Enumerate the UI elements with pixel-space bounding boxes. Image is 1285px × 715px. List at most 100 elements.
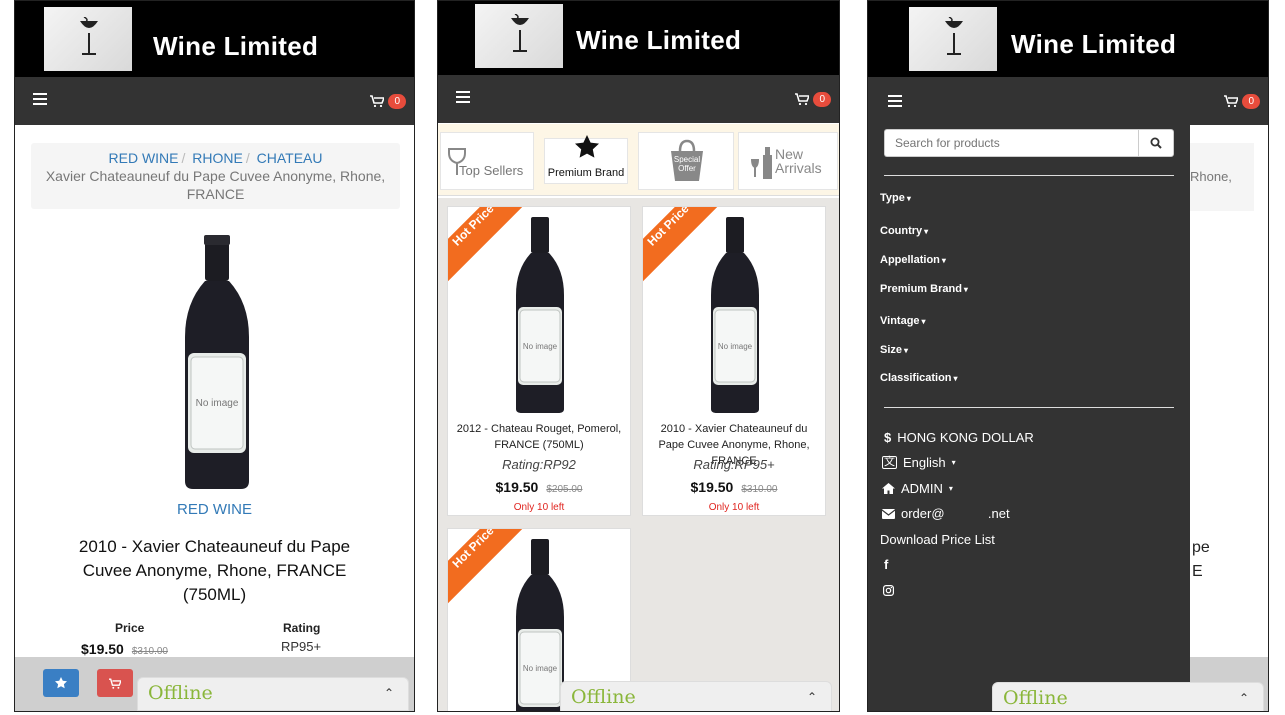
cart-count-badge: 0 — [813, 91, 831, 107]
product-image[interactable]: No image — [514, 215, 566, 420]
title-peek: pe — [1192, 539, 1210, 556]
chat-status: Offline — [1003, 687, 1068, 709]
star-icon — [55, 677, 67, 689]
breadcrumb-rhone[interactable]: RHONE — [192, 150, 243, 166]
menu-icon[interactable] — [33, 93, 47, 105]
cart-icon — [795, 93, 810, 105]
price-label: Price — [115, 621, 145, 635]
account-menu[interactable]: ADMIN ▾ — [882, 481, 953, 496]
filter-country[interactable]: Country ▾ — [880, 225, 928, 237]
side-menu: Type▾ Country▾ Appellation▾ Premium Bran… — [868, 77, 1190, 711]
envelope-icon — [882, 508, 895, 519]
filter-type[interactable]: Type ▾ — [880, 192, 911, 204]
brand-header: Wine Limited — [438, 1, 839, 77]
product-rating: Rating:RP92 — [502, 457, 576, 472]
filter-classification[interactable]: Classification ▾ — [880, 372, 958, 384]
old-price: $205.00 — [546, 484, 583, 495]
stock-notice: Only 10 left — [513, 502, 565, 513]
filter-vintage[interactable]: Vintage ▾ — [880, 315, 926, 327]
facebook-icon[interactable]: f — [884, 557, 888, 572]
filter-premium-brand[interactable]: Premium Brand ▾ — [880, 283, 968, 295]
wishlist-button[interactable] — [43, 669, 79, 697]
logo[interactable] — [44, 7, 132, 71]
search-bar — [884, 129, 1174, 157]
filter-appellation[interactable]: Appellation ▾ — [880, 254, 946, 266]
chat-widget[interactable]: Offline ⌃ — [137, 677, 409, 711]
chevron-up-icon[interactable]: ⌃ — [384, 686, 394, 700]
svg-text:No image: No image — [718, 342, 753, 351]
caret-down-icon: ▾ — [963, 285, 968, 294]
cart-icon — [370, 95, 385, 107]
logo[interactable] — [909, 7, 997, 71]
product-list-screen: Wine Limited 0 Top Sellers Premium Brand… — [437, 0, 840, 712]
chat-widget[interactable]: Offline ⌃ — [992, 682, 1264, 711]
product-image[interactable]: No image — [514, 537, 566, 711]
breadcrumb: RED WINE / RHONE / CHATEAU Xavier Chateaun… — [31, 143, 400, 209]
cart-icon — [109, 678, 121, 689]
breadcrumb-red-wine[interactable]: RED WINE — [109, 150, 179, 166]
rating-label: Rating — [283, 621, 321, 635]
product-card[interactable]: No image Hot Price 2010 - Xavier Chateau… — [642, 206, 826, 516]
search-input[interactable] — [884, 129, 1138, 157]
tab-premium-brand[interactable]: Premium Brand — [544, 135, 628, 184]
caret-down-icon: ▾ — [921, 317, 926, 326]
chevron-up-icon[interactable]: ⌃ — [1239, 691, 1249, 705]
cart-button[interactable]: 0 — [795, 90, 831, 108]
category-tabs: Top Sellers Premium Brand Special Offer … — [438, 124, 839, 196]
navbar: 0 — [15, 77, 414, 125]
product-title[interactable]: 2012 - Chateau Rouget, Pomerol, FRANCE (… — [454, 421, 624, 453]
product-price: $19.50 $310.00 — [690, 479, 778, 495]
cart-button[interactable]: 0 — [370, 92, 406, 110]
product-price: $19.50 $310.00 — [81, 641, 168, 657]
brand-name: Wine Limited — [153, 31, 319, 61]
divider — [884, 175, 1174, 176]
download-price-list-link[interactable]: Download Price List — [880, 532, 995, 547]
cart-icon — [1224, 95, 1239, 107]
filter-size[interactable]: Size ▾ — [880, 344, 908, 356]
menu-icon[interactable] — [456, 91, 470, 103]
product-grid: No image Hot Price 2012 - Chateau Rouget… — [438, 198, 839, 711]
page-behind-menu: 0 Rhone, pe E — [1188, 77, 1268, 711]
menu-icon[interactable] — [888, 95, 902, 107]
breadcrumb-peek: Rhone, — [1190, 169, 1232, 184]
tab-special-offer[interactable]: Special Offer — [638, 132, 734, 190]
language-selector[interactable]: 文 English ▾ — [882, 455, 956, 470]
product-category-link[interactable]: RED WINE — [15, 501, 414, 518]
search-icon — [1150, 137, 1162, 149]
action-bar: Offline ⌃ — [15, 657, 414, 711]
old-price: $310.00 — [131, 646, 168, 657]
language-icon: 文 — [882, 456, 897, 469]
breadcrumb-current: Xavier Chateauneuf du Pape Cuvee Anonyme… — [45, 168, 386, 202]
chat-widget[interactable]: Offline ⌃ — [560, 681, 832, 711]
wine-glass-icon — [511, 14, 529, 52]
title-peek: E — [1192, 563, 1203, 580]
email-link[interactable]: order@ .net — [882, 506, 1010, 521]
svg-text:No image: No image — [523, 342, 558, 351]
navbar: 0 — [1188, 77, 1268, 125]
product-title: 2010 - Xavier Chateauneuf du Pape Cuvee … — [78, 537, 351, 604]
no-image-label: No image — [196, 398, 239, 409]
tab-new-arrivals[interactable]: New Arrivals — [738, 132, 838, 190]
add-to-cart-button[interactable] — [97, 669, 133, 697]
product-image[interactable]: No image — [709, 215, 761, 420]
menu-open-screen: Wine Limited 0 Rhone, pe E Type▾ Country… — [867, 0, 1269, 712]
tab-top-sellers[interactable]: Top Sellers — [440, 132, 534, 190]
chevron-up-icon[interactable]: ⌃ — [807, 690, 817, 704]
product-image[interactable]: No image — [183, 233, 251, 496]
caret-down-icon: ▾ — [924, 227, 929, 236]
logo[interactable] — [475, 4, 563, 68]
chat-status: Offline — [571, 686, 636, 708]
wine-glass-icon — [945, 17, 963, 55]
svg-text:No image: No image — [523, 664, 558, 673]
home-icon — [882, 483, 895, 494]
cart-button[interactable]: 0 — [1224, 92, 1260, 110]
old-price: $310.00 — [741, 484, 778, 495]
search-button[interactable] — [1138, 129, 1174, 157]
currency-selector[interactable]: $ HONG KONG DOLLAR — [884, 430, 1034, 445]
instagram-icon[interactable] — [883, 585, 894, 596]
caret-down-icon: ▾ — [904, 346, 909, 355]
breadcrumb-chateau[interactable]: CHATEAU — [257, 150, 323, 166]
bottle-glass-icon — [751, 147, 772, 179]
cart-count-badge: 0 — [388, 93, 406, 109]
product-card[interactable]: No image Hot Price 2012 - Chateau Rouget… — [447, 206, 631, 516]
